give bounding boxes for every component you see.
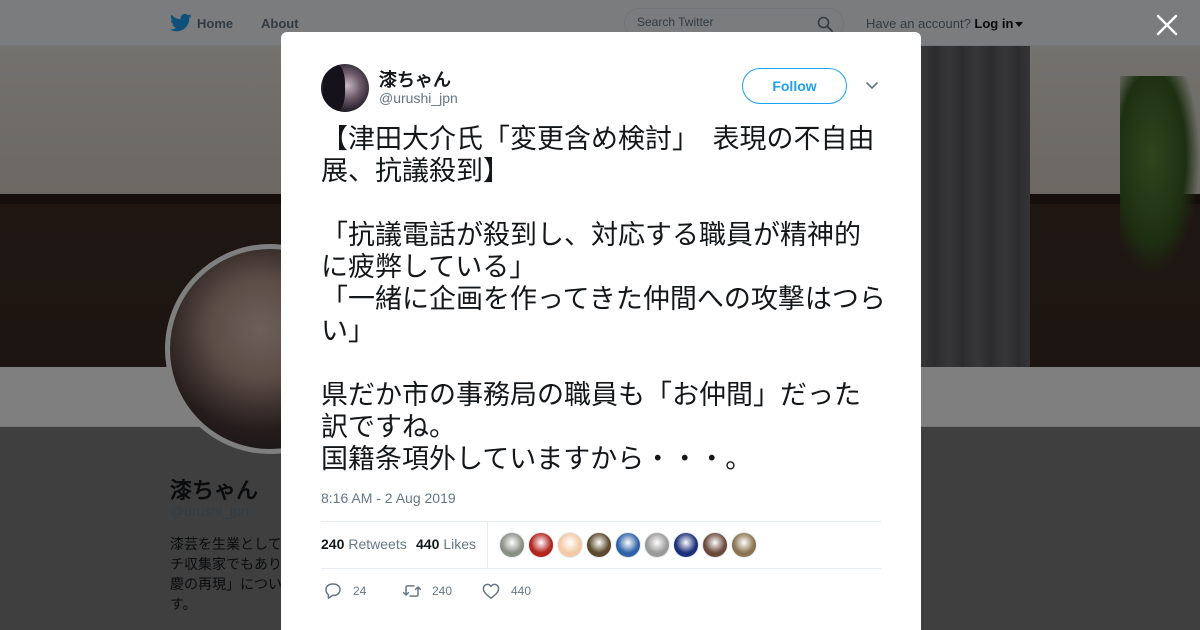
chevron-down-icon[interactable] bbox=[865, 80, 879, 92]
liker-avatar[interactable] bbox=[644, 532, 670, 558]
tweet-text: 【津田大介氏「変更含め検討」 表現の不自由展、抗議殺到】 「抗議電話が殺到し、対… bbox=[321, 124, 886, 475]
divider bbox=[321, 521, 881, 522]
stats-separator bbox=[487, 521, 488, 568]
tweet-modal: 漆ちゃん @urushi_jpn Follow 【津田大介氏「変更含め検討」 表… bbox=[281, 32, 921, 630]
liker-avatar[interactable] bbox=[528, 532, 554, 558]
liker-avatar[interactable] bbox=[615, 532, 641, 558]
retweets-stat[interactable]: 240 Retweets bbox=[321, 536, 407, 552]
liker-avatar[interactable] bbox=[673, 532, 699, 558]
heart-icon bbox=[482, 583, 500, 599]
author-name[interactable]: 漆ちゃん bbox=[379, 66, 451, 92]
reply-count: 24 bbox=[353, 584, 367, 598]
liker-avatar[interactable] bbox=[499, 532, 525, 558]
likes-label: Likes bbox=[443, 536, 477, 552]
like-count: 440 bbox=[511, 584, 532, 598]
follow-button[interactable]: Follow bbox=[742, 68, 847, 104]
retweet-icon bbox=[402, 585, 422, 597]
divider bbox=[321, 568, 881, 569]
liker-avatar[interactable] bbox=[702, 532, 728, 558]
likes-stat[interactable]: 440 Likes bbox=[416, 536, 476, 552]
reply-icon bbox=[325, 583, 341, 600]
tweet-timestamp[interactable]: 8:16 AM - 2 Aug 2019 bbox=[321, 490, 456, 506]
author-handle[interactable]: @urushi_jpn bbox=[379, 90, 458, 106]
liker-avatar[interactable] bbox=[731, 532, 757, 558]
retweet-count: 240 bbox=[432, 584, 453, 598]
liker-avatar[interactable] bbox=[586, 532, 612, 558]
likes-count: 440 bbox=[416, 536, 440, 552]
author-avatar[interactable] bbox=[321, 64, 369, 112]
liker-avatar[interactable] bbox=[557, 532, 583, 558]
close-icon[interactable] bbox=[1154, 12, 1180, 38]
retweets-count: 240 bbox=[321, 536, 345, 552]
retweets-label: Retweets bbox=[348, 536, 407, 552]
